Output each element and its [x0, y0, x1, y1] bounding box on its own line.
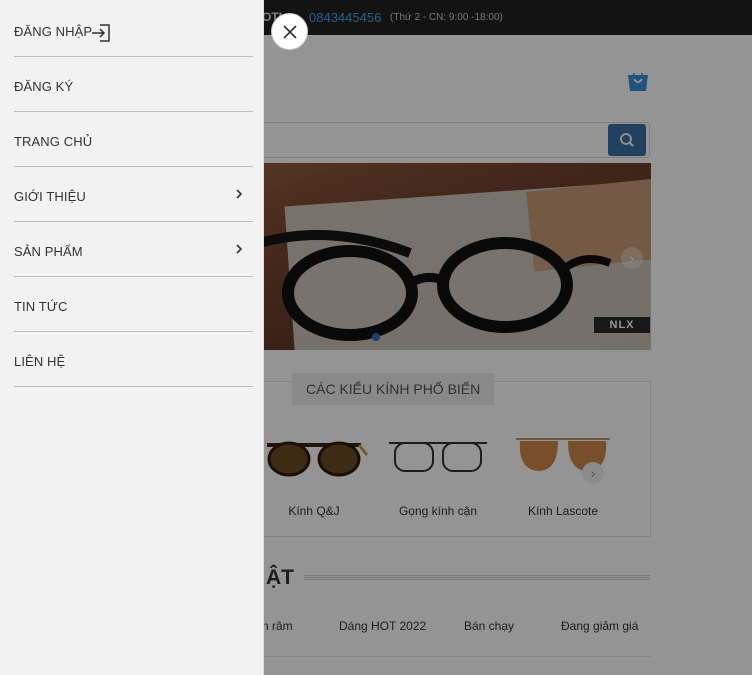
- menu-item-label: ĐĂNG NHẬP: [14, 24, 93, 39]
- menu-item-home[interactable]: TRANG CHỦ: [14, 112, 253, 167]
- menu-item-label: TIN TỨC: [14, 299, 68, 314]
- chevron-right-icon[interactable]: [233, 242, 245, 256]
- close-menu-button[interactable]: [271, 13, 308, 50]
- chevron-right-icon[interactable]: [233, 187, 245, 201]
- menu-item-products[interactable]: SẢN PHẨM: [14, 222, 253, 277]
- menu-item-label: TRANG CHỦ: [14, 134, 93, 149]
- side-menu-drawer: ĐĂNG NHẬP ĐĂNG KÝ TRANG CHỦ GIỚI THIỆU S…: [0, 0, 264, 675]
- menu-item-news[interactable]: TIN TỨC: [14, 277, 253, 332]
- menu-item-label: GIỚI THIỆU: [14, 189, 86, 204]
- login-icon: [92, 24, 110, 42]
- close-icon: [283, 25, 297, 39]
- menu-item-contact[interactable]: LIÊN HỆ: [14, 332, 253, 387]
- menu-item-label: ĐĂNG KÝ: [14, 79, 74, 94]
- menu-item-label: SẢN PHẨM: [14, 244, 83, 259]
- menu-item-login[interactable]: ĐĂNG NHẬP: [14, 2, 253, 57]
- menu-item-register[interactable]: ĐĂNG KÝ: [14, 57, 253, 112]
- menu-item-about[interactable]: GIỚI THIỆU: [14, 167, 253, 222]
- menu-item-label: LIÊN HỆ: [14, 354, 66, 369]
